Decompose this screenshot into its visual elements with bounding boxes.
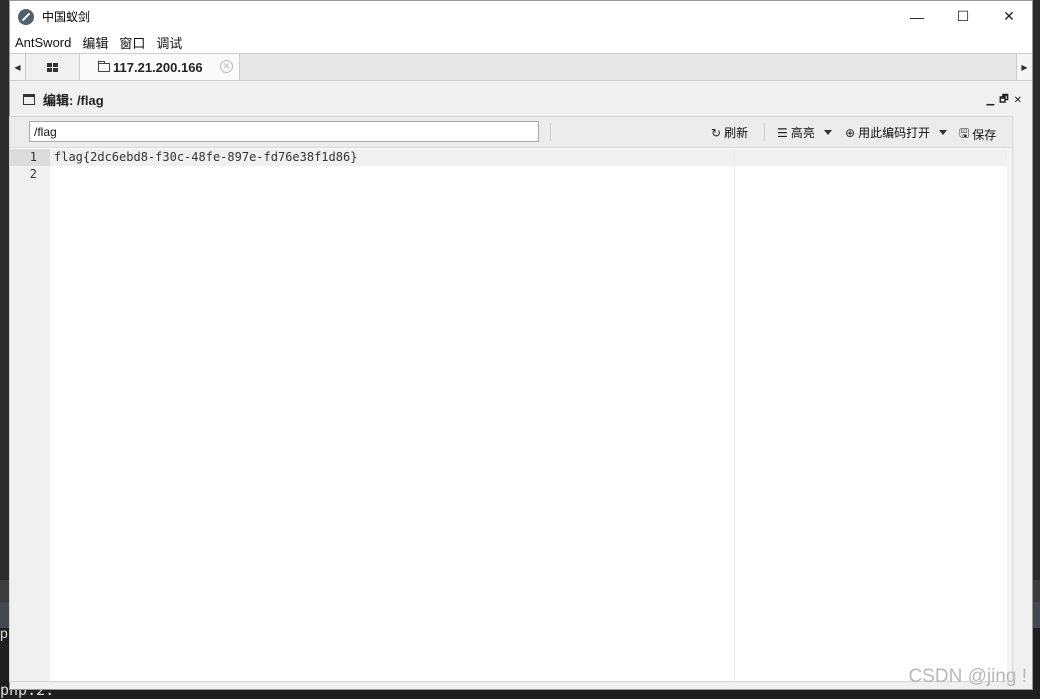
refresh-button[interactable]: ↻ 刷新 <box>711 124 748 141</box>
chevron-down-icon <box>939 130 948 135</box>
menu-antsword[interactable]: AntSword <box>14 35 77 50</box>
list-icon: ☰ <box>777 125 788 140</box>
tab-shell-host[interactable]: 117.21.200.166 ✕ <box>80 54 240 80</box>
file-path-input[interactable] <box>29 121 539 142</box>
save-button[interactable]: 🖫 保存 <box>959 124 996 145</box>
window-controls: — ☐ ✕ <box>894 1 1032 32</box>
code-line[interactable] <box>50 166 1012 183</box>
antsword-logo-icon <box>18 8 34 25</box>
tab-home[interactable] <box>26 54 80 80</box>
encoding-icon: ⊕ <box>845 125 856 140</box>
panel-title: 编辑: /flag <box>43 92 104 108</box>
toolbar-divider <box>764 123 765 141</box>
refresh-label: 刷新 <box>724 126 749 140</box>
line-number: 2 <box>29 167 37 181</box>
menu-window[interactable]: 窗口 <box>118 33 151 52</box>
open-with-encoding-label: 用此编码打开 <box>858 126 931 140</box>
tab-scroll-right-button[interactable]: ▶ <box>1016 54 1032 80</box>
close-button[interactable]: ✕ <box>986 1 1032 32</box>
print-margin <box>734 149 735 681</box>
line-number-gutter: 1 2 <box>10 149 50 681</box>
panel-restore-icon[interactable]: 🗗 <box>999 92 1008 109</box>
tab-scroll-left-button[interactable]: ◀ <box>10 54 26 80</box>
panel-close-icon[interactable]: ✕ <box>1014 95 1022 106</box>
save-label: 保存 <box>972 128 997 142</box>
line-number: 1 <box>10 149 50 166</box>
tab-label: 117.21.200.166 <box>113 59 203 75</box>
maximize-button[interactable]: ☐ <box>940 1 986 32</box>
menu-debug[interactable]: 调试 <box>155 33 188 52</box>
watermark: CSDN @jing ! <box>908 666 1027 687</box>
panel-controls: ▁ 🗗 ✕ <box>987 92 1022 109</box>
grid-icon <box>47 62 58 72</box>
highlight-dropdown[interactable]: ☰ 高亮 <box>777 124 832 141</box>
tab-close-icon[interactable]: ✕ <box>220 60 233 73</box>
vertical-scrollbar[interactable] <box>1007 149 1012 681</box>
menu-bar: AntSword 编辑 窗口 调试 <box>10 32 1032 53</box>
refresh-icon: ↻ <box>711 125 722 140</box>
chevron-down-icon <box>823 130 832 135</box>
folder-icon <box>98 60 110 72</box>
open-with-encoding-dropdown[interactable]: ⊕ 用此编码打开 <box>845 124 948 141</box>
minimize-button[interactable]: — <box>894 1 940 32</box>
save-icon: 🖫 <box>959 126 970 140</box>
window-icon <box>23 93 35 105</box>
window-title: 中国蚁剑 <box>42 10 91 24</box>
editor-panel: ↻ 刷新 ☰ 高亮 ⊕ 用此编码打开 🖫 保存 1 2 flag{2dc6ebd… <box>9 116 1013 682</box>
panel-minimize-icon[interactable]: ▁ <box>987 95 995 106</box>
highlight-label: 高亮 <box>790 126 815 140</box>
menu-edit[interactable]: 编辑 <box>81 33 114 52</box>
background-terminal-char: p <box>0 625 8 641</box>
code-lines[interactable]: flag{2dc6ebd8-f30c-48fe-897e-fd76e38f1d8… <box>50 149 1012 681</box>
code-line[interactable]: flag{2dc6ebd8-f30c-48fe-897e-fd76e38f1d8… <box>50 149 1012 166</box>
code-editor[interactable]: 1 2 flag{2dc6ebd8-f30c-48fe-897e-fd76e38… <box>10 149 1012 681</box>
toolbar-divider <box>550 123 551 141</box>
title-bar: 中国蚁剑 — ☐ ✕ <box>10 1 1032 32</box>
editor-toolbar: ↻ 刷新 ☰ 高亮 ⊕ 用此编码打开 🖫 保存 <box>10 117 1012 148</box>
panel-header: 编辑: /flag ▁ 🗗 ✕ <box>10 81 1032 117</box>
tab-bar: ◀ 117.21.200.166 ✕ ▶ <box>10 53 1032 81</box>
